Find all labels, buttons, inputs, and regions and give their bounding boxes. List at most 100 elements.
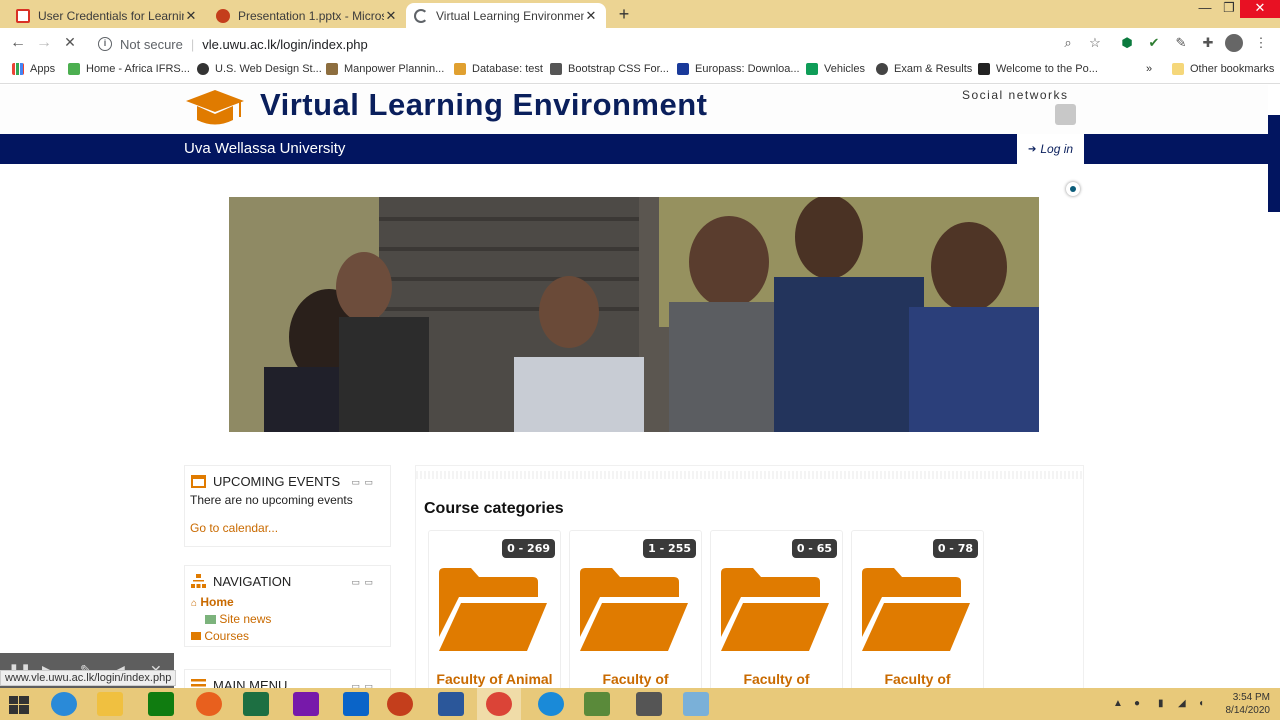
taskbar-clock[interactable]: 3:54 PM 8/14/2020 [1218,691,1271,717]
category-name[interactable]: Faculty of [570,671,701,687]
category-card[interactable]: 0 - 269 Faculty of Animal [428,530,561,688]
app-icon[interactable] [636,692,662,716]
category-name[interactable]: Faculty of [711,671,842,687]
bookmark-favicon-icon [326,63,338,75]
internet-explorer-icon[interactable] [51,692,77,716]
onenote-icon[interactable] [293,692,319,716]
block-controls-icon[interactable]: ▭ ▭ [351,577,374,588]
login-button[interactable]: ➔ Log in [1017,134,1084,164]
powerpoint-icon[interactable] [387,692,413,716]
word-icon[interactable] [438,692,464,716]
url-text[interactable]: vle.uwu.ac.lk/login/index.php [202,37,368,52]
nav-home-link[interactable]: ⌂ Home [191,595,234,609]
file-explorer-icon[interactable] [97,692,123,716]
firefox-icon[interactable] [196,692,222,716]
bookmark-item[interactable]: Europass: Downloa... [677,63,800,75]
info-icon[interactable]: i [98,37,112,51]
category-card[interactable]: 0 - 78 Faculty of [851,530,984,688]
category-card[interactable]: 1 - 255 Faculty of [569,530,702,688]
outlook-icon[interactable] [343,692,369,716]
bookmark-item[interactable]: Vehicles [806,63,865,75]
course-categories-section: Course categories 0 - 269 Faculty of Ani… [415,465,1084,688]
tab-gmail[interactable]: User Credentials for Learning Ma ✕ [8,3,206,28]
folder-open-icon [721,568,829,651]
social-link-icon[interactable] [1055,104,1076,125]
window-close-button[interactable]: ✕ [1240,0,1280,18]
block-controls-icon[interactable]: ▭ ▭ [351,681,374,688]
university-name[interactable]: Uva Wellassa University [184,140,345,157]
extension-icon[interactable]: ⬢ [1118,35,1136,51]
close-tab-icon[interactable]: ✕ [384,8,398,24]
security-label: Not secure [120,36,183,52]
bookmark-label: U.S. Web Design St... [215,63,322,75]
apps-grid-icon [12,63,24,75]
close-tab-icon[interactable]: ✕ [584,8,598,24]
category-card[interactable]: 0 - 65 Faculty of [710,530,843,688]
bookmark-item[interactable]: Database: test [454,63,543,75]
bookmark-item[interactable]: Manpower Plannin... [326,63,444,75]
windows-start-icon[interactable] [9,696,29,714]
nav-courses-link[interactable]: Courses [191,629,249,643]
close-tab-icon[interactable]: ✕ [184,8,198,24]
tab-powerpoint[interactable]: Presentation 1.pptx - Microsoft P ✕ [208,3,406,28]
grammar-extension-icon[interactable]: ✔ [1145,35,1163,51]
bookmarks-bar: Apps Home - Africa IFRS... U.S. Web Desi… [0,58,1280,84]
edit-extension-icon[interactable]: ✎ [1172,35,1190,51]
sign-in-icon: ➔ [1027,143,1037,155]
bookmark-apps[interactable]: Apps [12,63,55,75]
main-menu-block: MAIN MENU ▭ ▭ [184,669,391,688]
chrome-icon[interactable] [486,692,512,716]
browser-tab-strip: User Credentials for Learning Ma ✕ Prese… [0,0,1280,28]
extensions-puzzle-icon[interactable]: ✚ [1199,35,1217,51]
section-divider [416,471,1083,479]
scrollbar-thumb[interactable] [1268,115,1280,212]
news-icon [205,615,216,624]
app-icon[interactable] [584,692,610,716]
profile-avatar[interactable] [1225,34,1243,52]
page-scrollbar[interactable] [1268,85,1280,688]
excel-icon[interactable] [243,692,269,716]
zoom-icon[interactable]: ⌕ [1059,35,1077,51]
go-to-calendar-link[interactable]: Go to calendar... [190,521,278,535]
category-name[interactable]: Faculty of Animal [429,671,560,687]
other-bookmarks[interactable]: Other bookmarks [1172,63,1274,75]
navbar: Uva Wellassa University ➔ Log in [0,134,1268,164]
bookmark-favicon-icon [876,63,888,75]
bookmark-item[interactable]: Bootstrap CSS For... [550,63,669,75]
bookmark-label: Europass: Downloa... [695,63,800,75]
bookmark-star-icon[interactable]: ☆ [1086,35,1104,51]
block-title: UPCOMING EVENTS [190,473,340,489]
omnibox[interactable]: i Not secure | vle.uwu.ac.lk/login/index… [92,31,1112,57]
bookmark-item[interactable]: Home - Africa IFRS... [68,63,190,75]
main-menu-title: MAIN MENU [213,677,288,689]
course-count-badge: 0 - 269 [502,539,555,558]
bookmark-label: Database: test [472,63,543,75]
slider-indicator-dot[interactable] [1066,182,1080,196]
edge-icon[interactable] [538,692,564,716]
forward-icon[interactable]: → [35,34,53,52]
speaker-icon[interactable]: ◖ [1198,698,1204,709]
category-name[interactable]: Faculty of [852,671,983,687]
menu-dots-icon[interactable]: ⋮ [1252,35,1270,51]
network-icon[interactable]: ◢ [1178,698,1186,709]
tab-title: Virtual Learning Environment: Lo [436,8,584,23]
nav-site-news-link[interactable]: Site news [205,612,271,626]
windows-taskbar: ▲ ● ▮ ◢ ◖ 3:54 PM 8/14/2020 [0,688,1280,720]
microphone-icon[interactable]: ● [1134,698,1140,709]
bookmark-item[interactable]: Welcome to the Po... [978,63,1098,75]
course-categories-title: Course categories [424,500,564,517]
bookmarks-overflow-button[interactable]: » [1146,63,1152,75]
store-icon[interactable] [148,692,174,716]
tab-vle[interactable]: Virtual Learning Environment: Lo ✕ [406,3,606,28]
bookmark-item[interactable]: Exam & Results [876,63,972,75]
tray-chevron-icon[interactable]: ▲ [1113,698,1123,709]
new-tab-button[interactable]: + [614,4,634,25]
battery-icon[interactable]: ▮ [1158,698,1164,709]
bookmark-label: Vehicles [824,63,865,75]
bookmark-item[interactable]: U.S. Web Design St... [197,63,322,75]
stop-icon[interactable]: ✕ [61,34,79,51]
site-title[interactable]: Virtual Learning Environment [260,87,708,123]
app-icon[interactable] [683,692,709,716]
back-icon[interactable]: ← [9,34,27,52]
block-controls-icon[interactable]: ▭ ▭ [351,477,374,488]
